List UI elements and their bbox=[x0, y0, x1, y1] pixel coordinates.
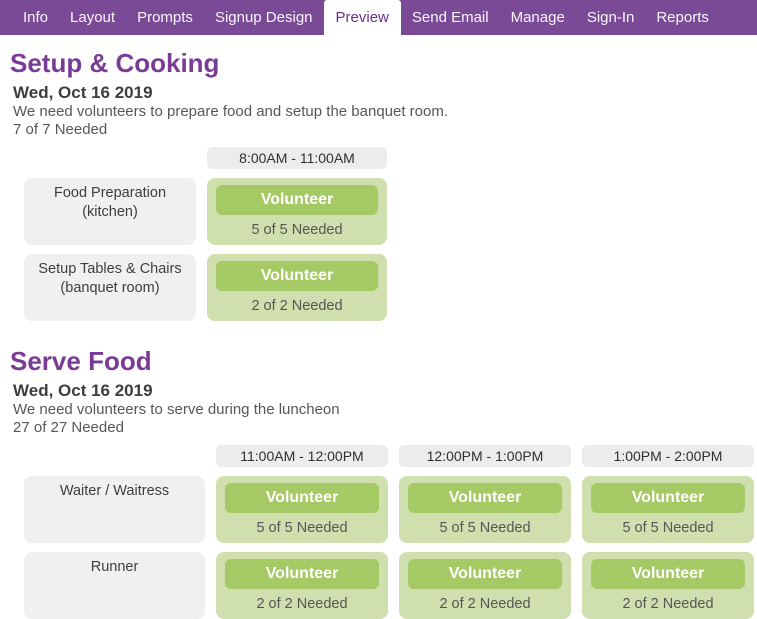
slot-needed-count: 2 of 2 Needed bbox=[256, 596, 348, 612]
row-label-line1: Waiter / Waitress bbox=[59, 483, 170, 499]
section-needed-summary: 7 of 7 Needed bbox=[13, 120, 108, 138]
time-slot-header: 11:00AM - 12:00PM bbox=[216, 445, 388, 467]
top-nav: Info Layout Prompts Signup Design Previe… bbox=[0, 0, 757, 35]
tab-sign-in[interactable]: Sign-In bbox=[576, 0, 646, 35]
volunteer-button[interactable]: Volunteer bbox=[408, 559, 562, 589]
slot-needed-count: 5 of 5 Needed bbox=[439, 520, 531, 536]
volunteer-button[interactable]: Volunteer bbox=[591, 559, 745, 589]
row-label-line1: Setup Tables & Chairs bbox=[38, 261, 182, 277]
slot-needed-count: 5 of 5 Needed bbox=[251, 222, 343, 238]
volunteer-button[interactable]: Volunteer bbox=[216, 185, 378, 215]
time-slot-header: 8:00AM - 11:00AM bbox=[207, 147, 387, 169]
tab-manage[interactable]: Manage bbox=[500, 0, 576, 35]
volunteer-button[interactable]: Volunteer bbox=[225, 483, 379, 513]
tab-info[interactable]: Info bbox=[12, 0, 59, 35]
slot-cell: Volunteer 5 of 5 Needed bbox=[207, 178, 387, 245]
slot-cell: Volunteer 2 of 2 Needed bbox=[207, 254, 387, 321]
row-label-line2: (banquet room) bbox=[60, 280, 160, 296]
tab-signup-design[interactable]: Signup Design bbox=[204, 0, 324, 35]
section-title: Setup & Cooking bbox=[10, 48, 220, 78]
tab-preview[interactable]: Preview bbox=[323, 0, 401, 35]
volunteer-button[interactable]: Volunteer bbox=[216, 261, 378, 291]
grid-spacer bbox=[24, 445, 205, 467]
section-setup-cooking: Setup & Cooking Wed, Oct 16 2019 We need… bbox=[0, 49, 757, 321]
slot-cell: Volunteer 5 of 5 Needed bbox=[582, 476, 754, 543]
signup-grid: 11:00AM - 12:00PM 12:00PM - 1:00PM 1:00P… bbox=[24, 445, 757, 619]
section-description: We need volunteers to serve during the l… bbox=[13, 401, 340, 418]
row-label-line2: (kitchen) bbox=[82, 204, 138, 220]
section-description: We need volunteers to prepare food and s… bbox=[13, 103, 449, 120]
slot-needed-count: 2 of 2 Needed bbox=[251, 298, 343, 314]
slot-needed-count: 2 of 2 Needed bbox=[439, 596, 531, 612]
slot-cell: Volunteer 5 of 5 Needed bbox=[216, 476, 388, 543]
row-label-food-preparation: Food Preparation (kitchen) bbox=[24, 178, 196, 245]
grid-spacer bbox=[24, 147, 196, 169]
tab-send-email[interactable]: Send Email bbox=[401, 0, 500, 35]
section-serve-food: Serve Food Wed, Oct 16 2019 We need volu… bbox=[0, 347, 757, 619]
section-title: Serve Food bbox=[10, 346, 152, 376]
row-label-setup-tables: Setup Tables & Chairs (banquet room) bbox=[24, 254, 196, 321]
section-needed-summary: 27 of 27 Needed bbox=[13, 418, 124, 436]
tab-prompts[interactable]: Prompts bbox=[126, 0, 204, 35]
signup-grid: 8:00AM - 11:00AM Food Preparation (kitch… bbox=[24, 147, 757, 321]
volunteer-button[interactable]: Volunteer bbox=[408, 483, 562, 513]
row-label-line1: Food Preparation bbox=[53, 185, 167, 201]
volunteer-button[interactable]: Volunteer bbox=[225, 559, 379, 589]
section-date: Wed, Oct 16 2019 bbox=[13, 381, 153, 400]
tab-reports[interactable]: Reports bbox=[645, 0, 720, 35]
section-date: Wed, Oct 16 2019 bbox=[13, 83, 153, 102]
slot-cell: Volunteer 5 of 5 Needed bbox=[399, 476, 571, 543]
time-slot-header: 12:00PM - 1:00PM bbox=[399, 445, 571, 467]
volunteer-button[interactable]: Volunteer bbox=[591, 483, 745, 513]
slot-needed-count: 5 of 5 Needed bbox=[256, 520, 348, 536]
row-label-waiter-waitress: Waiter / Waitress bbox=[24, 476, 205, 543]
tab-layout[interactable]: Layout bbox=[59, 0, 126, 35]
time-slot-header: 1:00PM - 2:00PM bbox=[582, 445, 754, 467]
row-label-line1: Runner bbox=[90, 559, 139, 575]
slot-needed-count: 5 of 5 Needed bbox=[622, 520, 714, 536]
slot-needed-count: 2 of 2 Needed bbox=[622, 596, 714, 612]
